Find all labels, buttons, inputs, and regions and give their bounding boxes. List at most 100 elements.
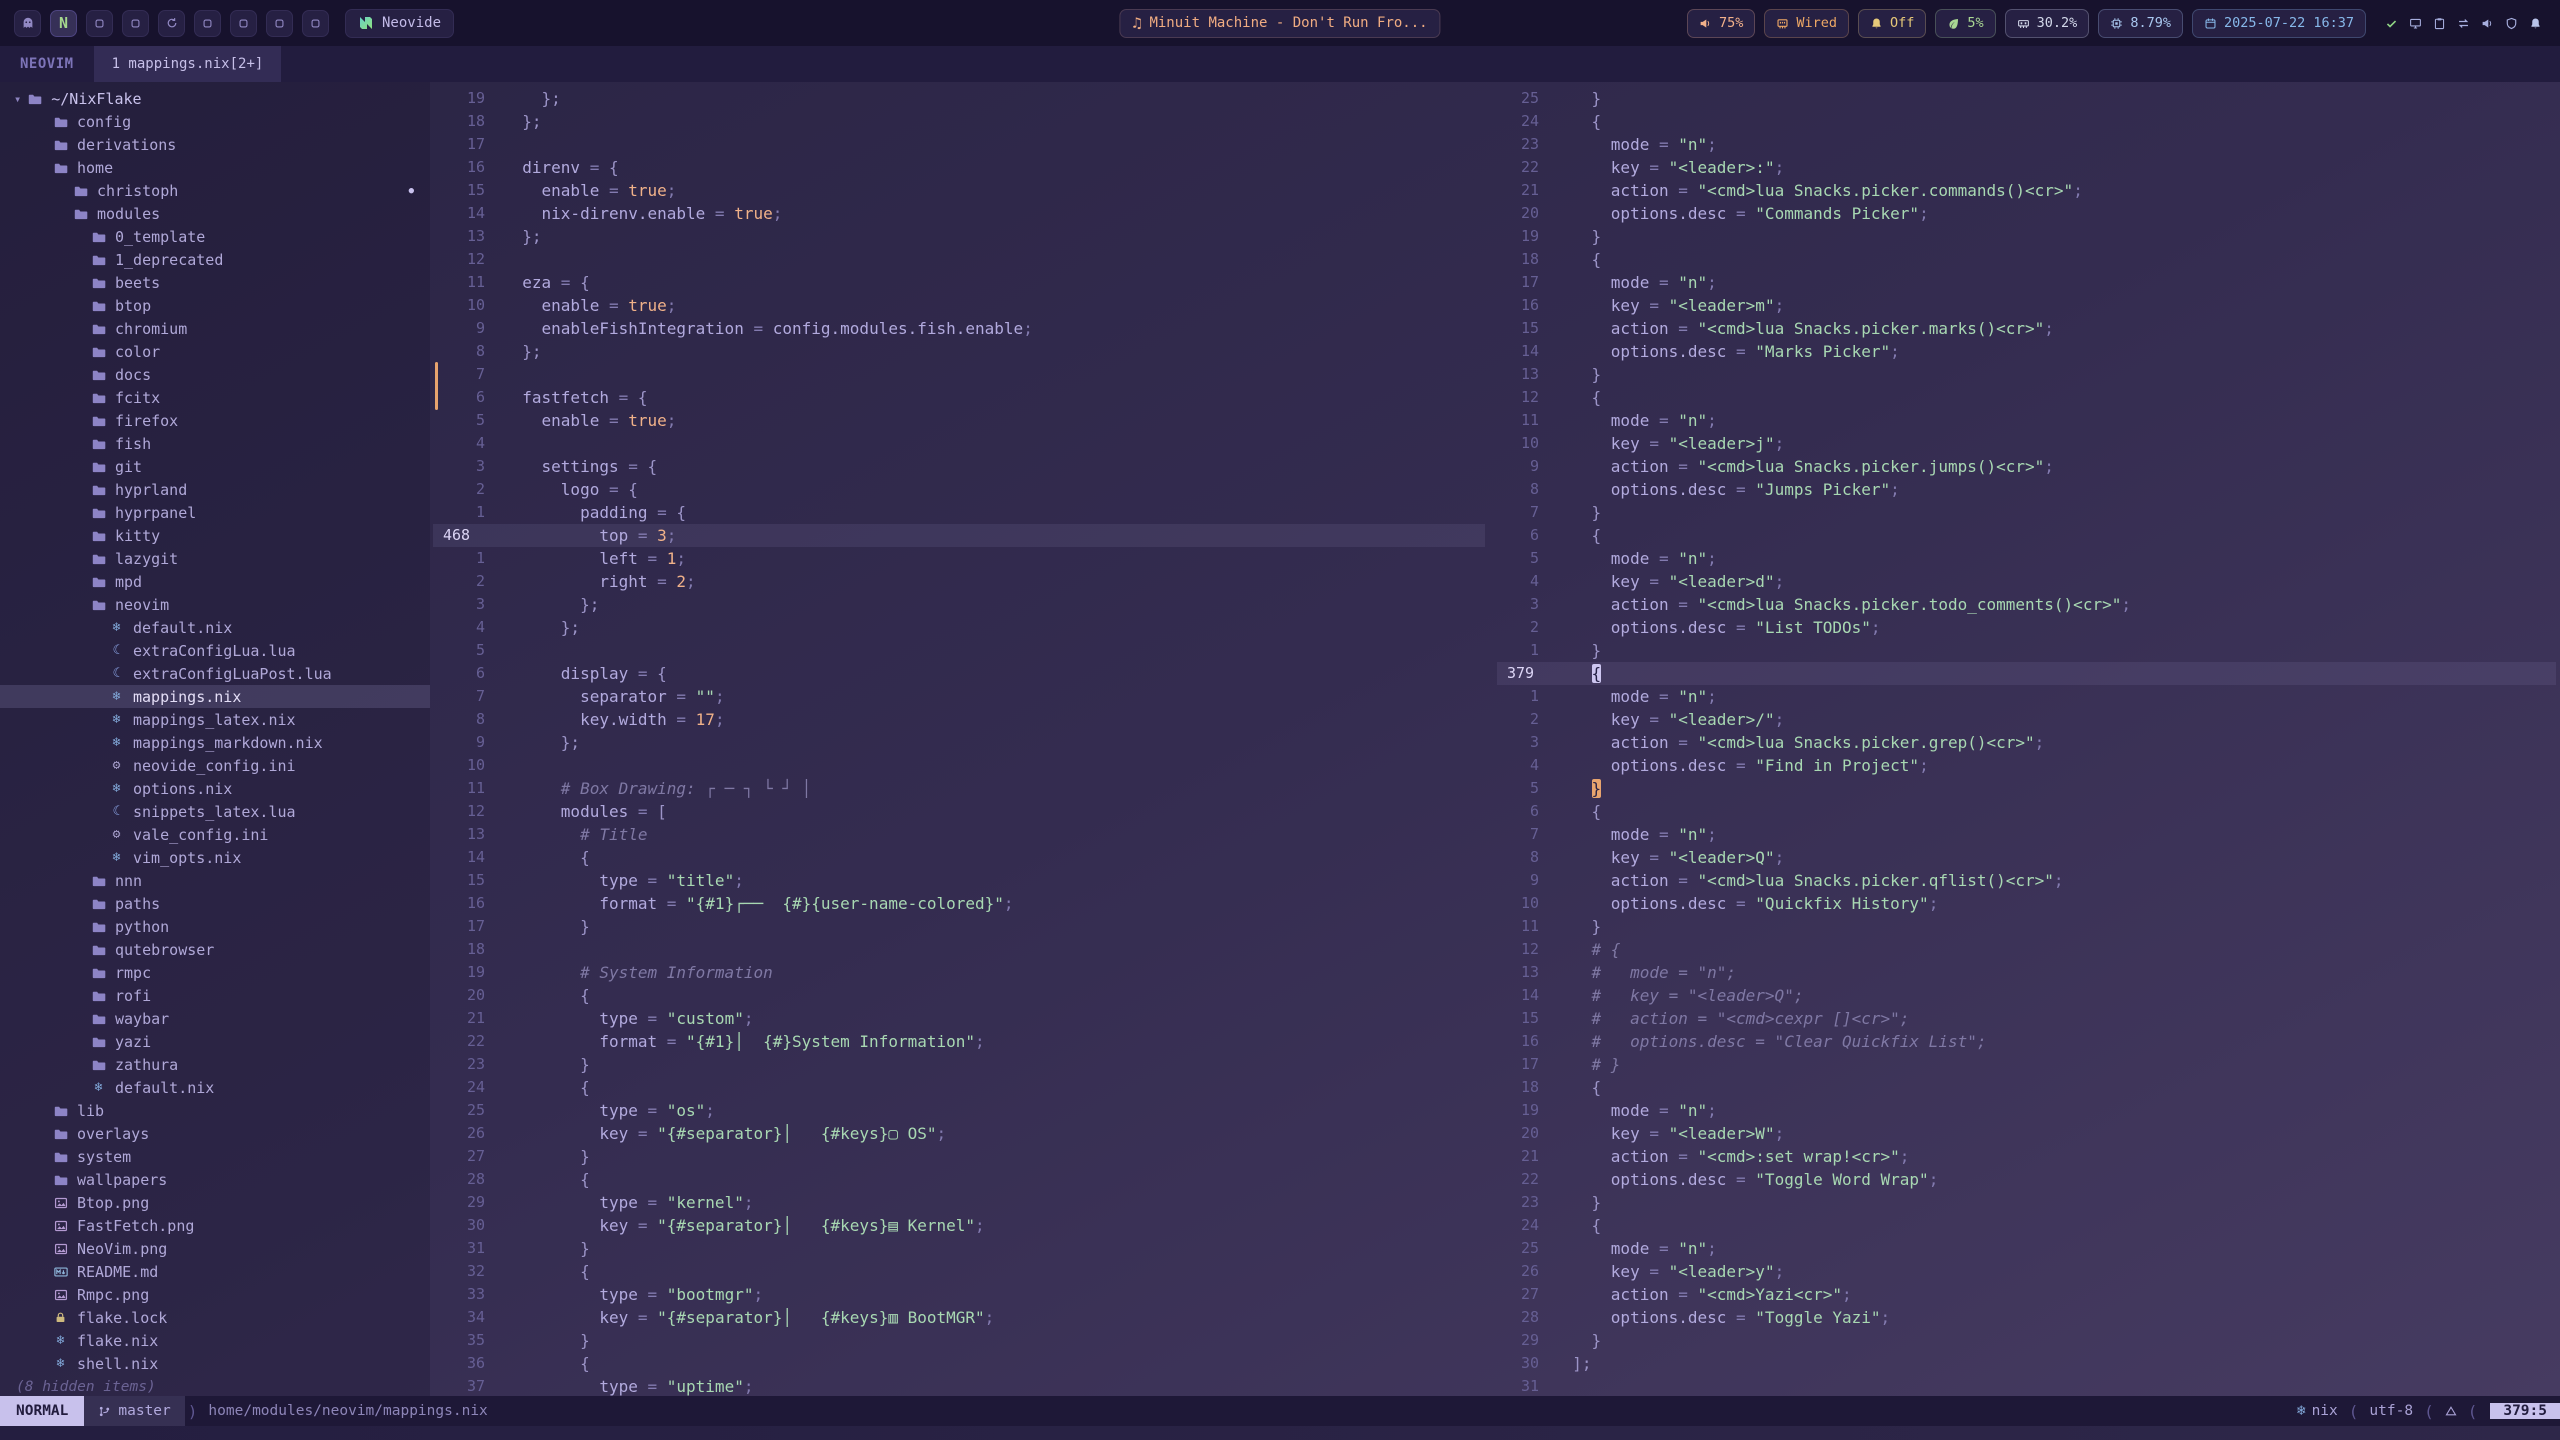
network-module[interactable]: Wired [1764, 9, 1849, 38]
editor-pane-right[interactable]: 25 }24 {23 mode = "n";22 key = "<leader>… [1497, 82, 2556, 1396]
notifications-module[interactable]: Off [1858, 9, 1926, 38]
tree-item-paths[interactable]: paths [0, 892, 430, 915]
code-line: 22 format = "{#1}│ {#}System Information… [433, 1030, 1485, 1053]
cpu-icon [2110, 17, 2123, 30]
tree-item-vim-opts-nix[interactable]: ❄vim_opts.nix [0, 846, 430, 869]
tree-item-python[interactable]: python [0, 915, 430, 938]
audio-icon[interactable] [2481, 17, 2494, 30]
tree-item-chromium[interactable]: chromium [0, 317, 430, 340]
tree-item-wallpapers[interactable]: wallpapers [0, 1168, 430, 1191]
workspace-5-button[interactable] [158, 10, 185, 37]
tree-item-fcitx[interactable]: fcitx [0, 386, 430, 409]
tree-item-modules[interactable]: modules [0, 202, 430, 225]
tree-item-rmpc[interactable]: rmpc [0, 961, 430, 984]
git-branch[interactable]: master [84, 1396, 184, 1426]
tree-item-mappings-markdown-nix[interactable]: ❄mappings_markdown.nix [0, 731, 430, 754]
tree-item-flake-lock[interactable]: flake.lock [0, 1306, 430, 1329]
tree-item-docs[interactable]: docs [0, 363, 430, 386]
tree-item-kitty[interactable]: kitty [0, 524, 430, 547]
workspace-3-button[interactable] [86, 10, 113, 37]
tree-item-mpd[interactable]: mpd [0, 570, 430, 593]
tree-item-lazygit[interactable]: lazygit [0, 547, 430, 570]
tree-item-derivations[interactable]: derivations [0, 133, 430, 156]
workspace-9-button[interactable] [302, 10, 329, 37]
tree-item-fish[interactable]: fish [0, 432, 430, 455]
tree-item-firefox[interactable]: firefox [0, 409, 430, 432]
tree-item-home[interactable]: home [0, 156, 430, 179]
tree-item-snippets-latex-lua[interactable]: ☾snippets_latex.lua [0, 800, 430, 823]
power-module[interactable]: 5% [1935, 9, 1995, 38]
volume-module[interactable]: 75% [1687, 9, 1755, 38]
tree-item-label: vale_config.ini [133, 826, 268, 844]
tree-item-nixflake[interactable]: ▾~/NixFlake [0, 87, 430, 110]
separator: ( [2421, 1402, 2437, 1421]
tree-item-mappings-latex-nix[interactable]: ❄mappings_latex.nix [0, 708, 430, 731]
music-module[interactable]: ♫ Minuit Machine - Don't Run Fro... [1119, 9, 1440, 38]
tree-item-vale-config-ini[interactable]: ⚙vale_config.ini [0, 823, 430, 846]
tree-item-0-template[interactable]: 0_template [0, 225, 430, 248]
tree-item-rmpc-png[interactable]: Rmpc.png [0, 1283, 430, 1306]
tree-item-fastfetch-png[interactable]: FastFetch.png [0, 1214, 430, 1237]
clock-module[interactable]: 2025-07-22 16:37 [2192, 9, 2366, 38]
tree-item-neovide-config-ini[interactable]: ⚙neovide_config.ini [0, 754, 430, 777]
tree-item-mappings-nix[interactable]: ❄mappings.nix [0, 685, 430, 708]
folder-icon [90, 943, 107, 957]
workspace-6-button[interactable] [194, 10, 221, 37]
folder-icon [90, 598, 107, 612]
tree-item-hyprpanel[interactable]: hyprpanel [0, 501, 430, 524]
tab-mappings-nix[interactable]: 1 mappings.nix[2+] [94, 46, 282, 82]
line-number: 14 [1497, 340, 1553, 363]
tree-item-flake-nix[interactable]: ❄flake.nix [0, 1329, 430, 1352]
tree-item-neovim[interactable]: neovim [0, 593, 430, 616]
file-tree[interactable]: ▾~/NixFlakeconfigderivationshomechristop… [0, 82, 430, 1396]
branch-name: master [118, 1403, 170, 1419]
workspace-1-button[interactable] [14, 10, 41, 37]
code-line: 28 { [433, 1168, 1485, 1191]
tree-item-system[interactable]: system [0, 1145, 430, 1168]
tree-item-neovim-png[interactable]: NeoVim.png [0, 1237, 430, 1260]
tree-item-1-deprecated[interactable]: 1_deprecated [0, 248, 430, 271]
tree-item-hyprland[interactable]: hyprland [0, 478, 430, 501]
line-number: 25 [1497, 1237, 1553, 1260]
screen-icon[interactable] [2409, 17, 2422, 30]
tree-item-waybar[interactable]: waybar [0, 1007, 430, 1030]
status-check-icon[interactable] [2385, 17, 2398, 30]
tree-item-beets[interactable]: beets [0, 271, 430, 294]
tree-item-overlays[interactable]: overlays [0, 1122, 430, 1145]
tree-item-yazi[interactable]: yazi [0, 1030, 430, 1053]
tree-item-default-nix[interactable]: ❄default.nix [0, 1076, 430, 1099]
vpn-icon[interactable] [2505, 17, 2518, 30]
tree-item-options-nix[interactable]: ❄options.nix [0, 777, 430, 800]
tree-item-lib[interactable]: lib [0, 1099, 430, 1122]
tree-item-shell-nix[interactable]: ❄shell.nix [0, 1352, 430, 1375]
workspace-4-button[interactable] [122, 10, 149, 37]
nix-icon: ❄ [108, 781, 125, 796]
editor-pane-left[interactable]: 19 };18 };1716 direnv = {15 enable = tru… [433, 82, 1485, 1396]
code-line: 4 options.desc = "Find in Project"; [1497, 754, 2556, 777]
tree-item-zathura[interactable]: zathura [0, 1053, 430, 1076]
tree-item-nnn[interactable]: nnn [0, 869, 430, 892]
workspace-7-button[interactable] [230, 10, 257, 37]
tree-item-btop-png[interactable]: Btop.png [0, 1191, 430, 1214]
network-traffic-icon[interactable] [2457, 17, 2470, 30]
tree-item-git[interactable]: git [0, 455, 430, 478]
tree-item-qutebrowser[interactable]: qutebrowser [0, 938, 430, 961]
bell-icon[interactable] [2529, 17, 2542, 30]
tree-item-btop[interactable]: btop [0, 294, 430, 317]
cpu-module[interactable]: 8.79% [2098, 9, 2183, 38]
workspace-2-button[interactable]: N [50, 10, 77, 37]
workspace-8-button[interactable] [266, 10, 293, 37]
line-number: 9 [433, 731, 503, 754]
tree-item-rofi[interactable]: rofi [0, 984, 430, 1007]
folder-icon [90, 230, 107, 244]
tree-item-config[interactable]: config [0, 110, 430, 133]
tree-item-extraconfiglua-lua[interactable]: ☾extraConfigLua.lua [0, 639, 430, 662]
tree-item-extraconfigluapost-lua[interactable]: ☾extraConfigLuaPost.lua [0, 662, 430, 685]
memory-module[interactable]: 30.2% [2005, 9, 2090, 38]
tree-item-christoph[interactable]: christoph● [0, 179, 430, 202]
tree-item-default-nix[interactable]: ❄default.nix [0, 616, 430, 639]
tree-item-color[interactable]: color [0, 340, 430, 363]
tree-item-readme-md[interactable]: README.md [0, 1260, 430, 1283]
clipboard-icon[interactable] [2433, 17, 2446, 30]
app-button[interactable]: Neovide [345, 9, 454, 38]
